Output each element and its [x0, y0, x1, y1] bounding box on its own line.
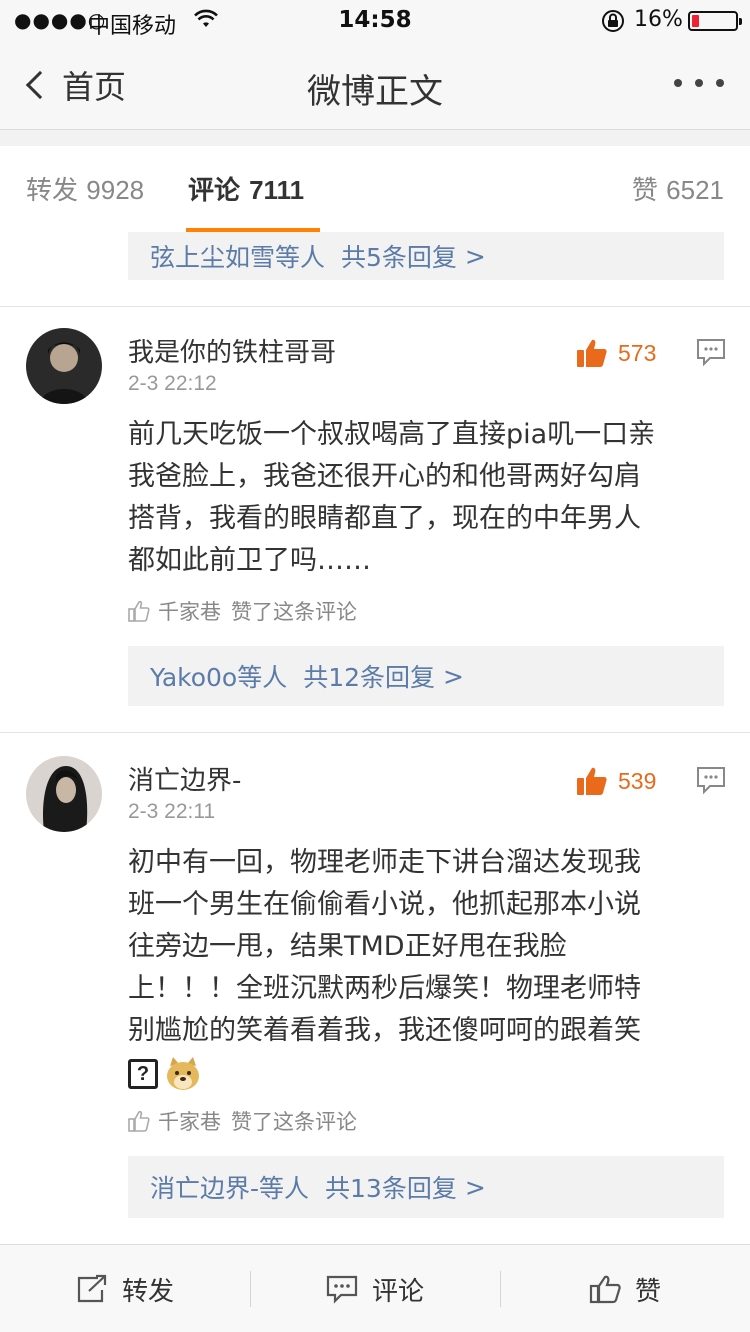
thumbs-up-outline-icon [589, 1275, 621, 1304]
like-label: 赞 [634, 1276, 661, 1307]
liked-by-action: 赞了这条评论 [231, 1110, 357, 1134]
comment-text-line: 前几天吃饭一个叔叔喝高了直接pia叽一口亲 [128, 419, 656, 450]
chevron-right-icon: > [464, 241, 486, 271]
thumbs-up-icon [577, 339, 607, 367]
liked-by-name: 千家巷 [158, 1110, 221, 1134]
repost-button[interactable]: 转发 [0, 1245, 250, 1332]
tab-comments[interactable]: 评论 7111 [188, 170, 304, 207]
comment-emojis: ? [128, 1056, 202, 1092]
comment-text-line: 往旁边一甩，结果TMD正好甩在我脸 [128, 931, 567, 962]
thumbs-up-icon [577, 767, 607, 795]
chevron-right-icon: > [443, 661, 464, 691]
reply-users: Yako0o等人 [150, 663, 288, 692]
orientation-lock-icon [600, 8, 626, 38]
battery-level [692, 15, 699, 27]
chevron-right-icon: > [464, 1172, 486, 1202]
tab-likes-label: 赞 [631, 176, 658, 206]
comment-icon [326, 1275, 358, 1304]
liked-by-note: 千家巷 赞了这条评论 [128, 1106, 357, 1136]
comment-username[interactable]: 消亡边界- [128, 760, 241, 797]
comment-like-button[interactable]: 573 [576, 336, 656, 370]
comment-text-line: 我爸脸上，我爸还很开心的和他哥两好勾肩 [128, 461, 641, 492]
comment-time: 2-3 22:11 [128, 800, 216, 823]
like-button[interactable]: 赞 [500, 1245, 750, 1332]
reply-count: 共5条回复 [341, 243, 457, 272]
comment-reply-icon[interactable] [696, 766, 726, 796]
liked-by-note: 千家巷 赞了这条评论 [128, 596, 357, 626]
reply-count: 共12条回复 [303, 663, 436, 692]
comment-text-line: 上！！！全班沉默两秒后爆笑！物理老师特 [128, 973, 641, 1004]
more-options-icon[interactable] [674, 68, 724, 98]
comment-text-line: 搭背，我看的眼睛都直了，现在的中年男人 [128, 503, 641, 534]
status-bar: ●●●●○ 中国移动 14:58 16% [0, 0, 750, 40]
reply-count: 共13条回复 [325, 1174, 457, 1203]
tab-reposts-count: 9928 [86, 175, 145, 205]
tab-likes-count: 6521 [666, 175, 724, 205]
comment-text-line: 初中有一回，物理老师走下讲台溜达发现我 [128, 847, 641, 878]
comment-text: 前几天吃饭一个叔叔喝高了直接pia叽一口亲 我爸脸上，我爸还很开心的和他哥两好勾… [128, 414, 718, 582]
tab-comments-label: 评论 [188, 176, 241, 206]
doge-emoji-icon [167, 1056, 199, 1090]
comment-feed[interactable]: 弦上尘如雪等人 共5条回复 > 我是你的铁柱哥哥 2-3 22:12 573 前… [0, 232, 750, 1244]
comment-text: 初中有一回，物理老师走下讲台溜达发现我 班一个男生在偷偷看小说，他抓起那本小说 … [128, 842, 718, 1094]
comment-text-line: 班一个男生在偷偷看小说，他抓起那本小说 [128, 889, 641, 920]
comment-label: 评论 [371, 1276, 424, 1307]
reply-summary[interactable]: Yako0o等人 共12条回复 > [128, 646, 724, 706]
comment-text-line: 都如此前卫了吗…… [128, 545, 371, 576]
question-box-emoji: ? [128, 1058, 158, 1089]
tab-reposts[interactable]: 转发 9928 [26, 170, 144, 207]
comment-like-count: 539 [618, 767, 657, 794]
comment-time: 2-3 22:12 [128, 372, 217, 395]
reply-summary[interactable]: 消亡边界-等人 共13条回复 > [128, 1156, 724, 1218]
battery-percent: 16% [634, 7, 683, 32]
share-icon [77, 1274, 107, 1303]
page-title: 微博正文 [307, 72, 443, 112]
reply-summary[interactable]: 弦上尘如雪等人 共5条回复 > [128, 232, 724, 280]
tab-reposts-label: 转发 [26, 176, 79, 206]
tab-comments-count: 7111 [249, 175, 305, 205]
avatar[interactable] [26, 328, 102, 404]
repost-label: 转发 [121, 1276, 174, 1307]
battery-icon [688, 11, 742, 31]
liked-by-name: 千家巷 [158, 600, 221, 624]
reply-users: 弦上尘如雪等人 [150, 243, 326, 272]
avatar[interactable] [26, 756, 102, 832]
liked-by-action: 赞了这条评论 [231, 600, 357, 624]
reply-users: 消亡边界-等人 [150, 1174, 310, 1203]
comment-button[interactable]: 评论 [250, 1245, 500, 1332]
comment-username[interactable]: 我是你的铁柱哥哥 [128, 332, 336, 369]
bottom-toolbar: 转发 评论 赞 [0, 1244, 750, 1332]
thumbs-up-outline-icon [128, 600, 150, 622]
comment-like-count: 573 [618, 339, 657, 366]
divider [0, 732, 750, 733]
thumbs-up-outline-icon [128, 1110, 150, 1132]
nav-bar: 首页 微博正文 [0, 40, 750, 130]
stats-tabs: 转发 9928 评论 7111 赞 6521 [0, 146, 750, 232]
divider [0, 306, 750, 307]
comment-like-button[interactable]: 539 [576, 764, 656, 798]
comment-text-line: 别尴尬的笑着看着我，我还傻呵呵的跟着笑 [128, 1015, 641, 1046]
comment-item: 消亡边界- 2-3 22:11 539 初中有一回，物理老师走下讲台溜达发现我 … [0, 754, 750, 1154]
comment-reply-icon[interactable] [696, 338, 726, 368]
tab-likes[interactable]: 赞 6521 [632, 170, 724, 207]
